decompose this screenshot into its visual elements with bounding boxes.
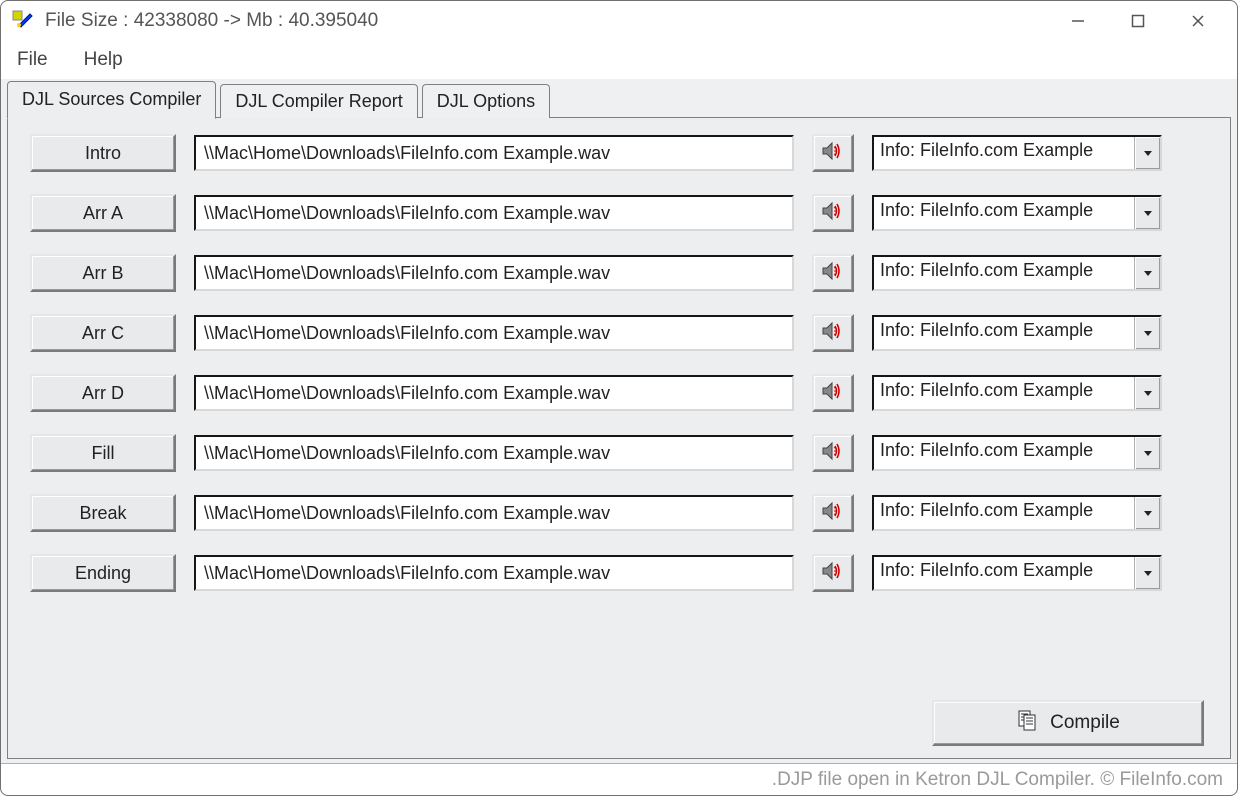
arr-a-label: Arr A (83, 203, 123, 224)
tab-options[interactable]: DJL Options (422, 84, 550, 118)
arr-b-label: Arr B (82, 263, 123, 284)
intro-info-text: Info: FileInfo.com Example (874, 137, 1134, 169)
break-button[interactable]: Break (30, 494, 176, 532)
fill-button[interactable]: Fill (30, 434, 176, 472)
fill-info-text: Info: FileInfo.com Example (874, 437, 1134, 469)
arr-a-info-select[interactable]: Info: FileInfo.com Example (872, 195, 1162, 231)
app-window: File Size : 42338080 -> Mb : 40.395040 F… (0, 0, 1238, 796)
intro-play-button[interactable] (812, 134, 854, 172)
menu-help[interactable]: Help (78, 47, 129, 73)
minimize-button[interactable] (1049, 3, 1107, 39)
chevron-down-icon[interactable] (1134, 557, 1160, 589)
arr-d-label: Arr D (82, 383, 124, 404)
ending-label: Ending (75, 563, 131, 584)
chevron-down-icon[interactable] (1134, 257, 1160, 289)
source-row-arr-c: Arr C Info: FileInfo.com Example (30, 314, 1214, 352)
tabstrip: DJL Sources Compiler DJL Compiler Report… (7, 81, 1231, 117)
titlebar: File Size : 42338080 -> Mb : 40.395040 (1, 1, 1237, 41)
tab-compiler-report[interactable]: DJL Compiler Report (220, 84, 417, 118)
arr-b-play-button[interactable] (812, 254, 854, 292)
arr-b-info-text: Info: FileInfo.com Example (874, 257, 1134, 289)
panel-footer: Compile (30, 692, 1214, 750)
arr-d-path-input[interactable] (194, 375, 794, 411)
chevron-down-icon[interactable] (1134, 137, 1160, 169)
speaker-icon (821, 140, 845, 167)
arr-c-play-button[interactable] (812, 314, 854, 352)
fill-path-input[interactable] (194, 435, 794, 471)
arr-d-info-select[interactable]: Info: FileInfo.com Example (872, 375, 1162, 411)
ending-play-button[interactable] (812, 554, 854, 592)
chevron-down-icon[interactable] (1134, 197, 1160, 229)
arr-d-info-text: Info: FileInfo.com Example (874, 377, 1134, 409)
break-label: Break (79, 503, 126, 524)
chevron-down-icon[interactable] (1134, 377, 1160, 409)
source-row-arr-b: Arr B Info: FileInfo.com Example (30, 254, 1214, 292)
source-row-arr-d: Arr D Info: FileInfo.com Example (30, 374, 1214, 412)
menubar: File Help (1, 41, 1237, 79)
intro-button[interactable]: Intro (30, 134, 176, 172)
client-area: DJL Sources Compiler DJL Compiler Report… (1, 79, 1237, 763)
fill-label: Fill (92, 443, 115, 464)
ending-button[interactable]: Ending (30, 554, 176, 592)
arr-a-info-text: Info: FileInfo.com Example (874, 197, 1134, 229)
tab-sources-compiler[interactable]: DJL Sources Compiler (7, 81, 216, 119)
intro-info-select[interactable]: Info: FileInfo.com Example (872, 135, 1162, 171)
arr-c-info-select[interactable]: Info: FileInfo.com Example (872, 315, 1162, 351)
speaker-icon (821, 500, 845, 527)
compile-label: Compile (1050, 712, 1120, 734)
close-button[interactable] (1169, 3, 1227, 39)
chevron-down-icon[interactable] (1134, 437, 1160, 469)
break-path-input[interactable] (194, 495, 794, 531)
window-controls (1049, 3, 1227, 39)
arr-c-label: Arr C (82, 323, 124, 344)
arr-b-button[interactable]: Arr B (30, 254, 176, 292)
arr-a-button[interactable]: Arr A (30, 194, 176, 232)
status-text: .DJP file open in Ketron DJL Compiler. ©… (772, 769, 1223, 791)
speaker-icon (821, 200, 845, 227)
break-info-text: Info: FileInfo.com Example (874, 497, 1134, 529)
compile-icon (1016, 709, 1038, 737)
arr-a-path-input[interactable] (194, 195, 794, 231)
ending-info-text: Info: FileInfo.com Example (874, 557, 1134, 589)
arr-c-info-text: Info: FileInfo.com Example (874, 317, 1134, 349)
arr-d-button[interactable]: Arr D (30, 374, 176, 412)
fill-play-button[interactable] (812, 434, 854, 472)
menu-file[interactable]: File (11, 47, 54, 73)
statusbar: .DJP file open in Ketron DJL Compiler. ©… (1, 763, 1237, 795)
compile-button[interactable]: Compile (932, 700, 1204, 746)
source-row-fill: Fill Info: FileInfo.com Example (30, 434, 1214, 472)
source-row-intro: Intro Info: FileInfo.com Example (30, 134, 1214, 172)
window-title: File Size : 42338080 -> Mb : 40.395040 (45, 10, 1049, 32)
speaker-icon (821, 560, 845, 587)
source-row-arr-a: Arr A Info: FileInfo.com Example (30, 194, 1214, 232)
fill-info-select[interactable]: Info: FileInfo.com Example (872, 435, 1162, 471)
speaker-icon (821, 320, 845, 347)
break-info-select[interactable]: Info: FileInfo.com Example (872, 495, 1162, 531)
break-play-button[interactable] (812, 494, 854, 532)
arr-a-play-button[interactable] (812, 194, 854, 232)
arr-b-path-input[interactable] (194, 255, 794, 291)
app-icon (11, 9, 35, 33)
arr-c-path-input[interactable] (194, 315, 794, 351)
maximize-button[interactable] (1109, 3, 1167, 39)
speaker-icon (821, 440, 845, 467)
source-row-ending: Ending Info: FileInfo.com Example (30, 554, 1214, 592)
speaker-icon (821, 380, 845, 407)
source-row-break: Break Info: FileInfo.com Example (30, 494, 1214, 532)
intro-path-input[interactable] (194, 135, 794, 171)
arr-b-info-select[interactable]: Info: FileInfo.com Example (872, 255, 1162, 291)
speaker-icon (821, 260, 845, 287)
chevron-down-icon[interactable] (1134, 317, 1160, 349)
chevron-down-icon[interactable] (1134, 497, 1160, 529)
ending-info-select[interactable]: Info: FileInfo.com Example (872, 555, 1162, 591)
arr-d-play-button[interactable] (812, 374, 854, 412)
intro-label: Intro (85, 143, 121, 164)
ending-path-input[interactable] (194, 555, 794, 591)
arr-c-button[interactable]: Arr C (30, 314, 176, 352)
sources-panel: Intro Info: FileInfo.com Example Arr A I… (7, 117, 1231, 759)
